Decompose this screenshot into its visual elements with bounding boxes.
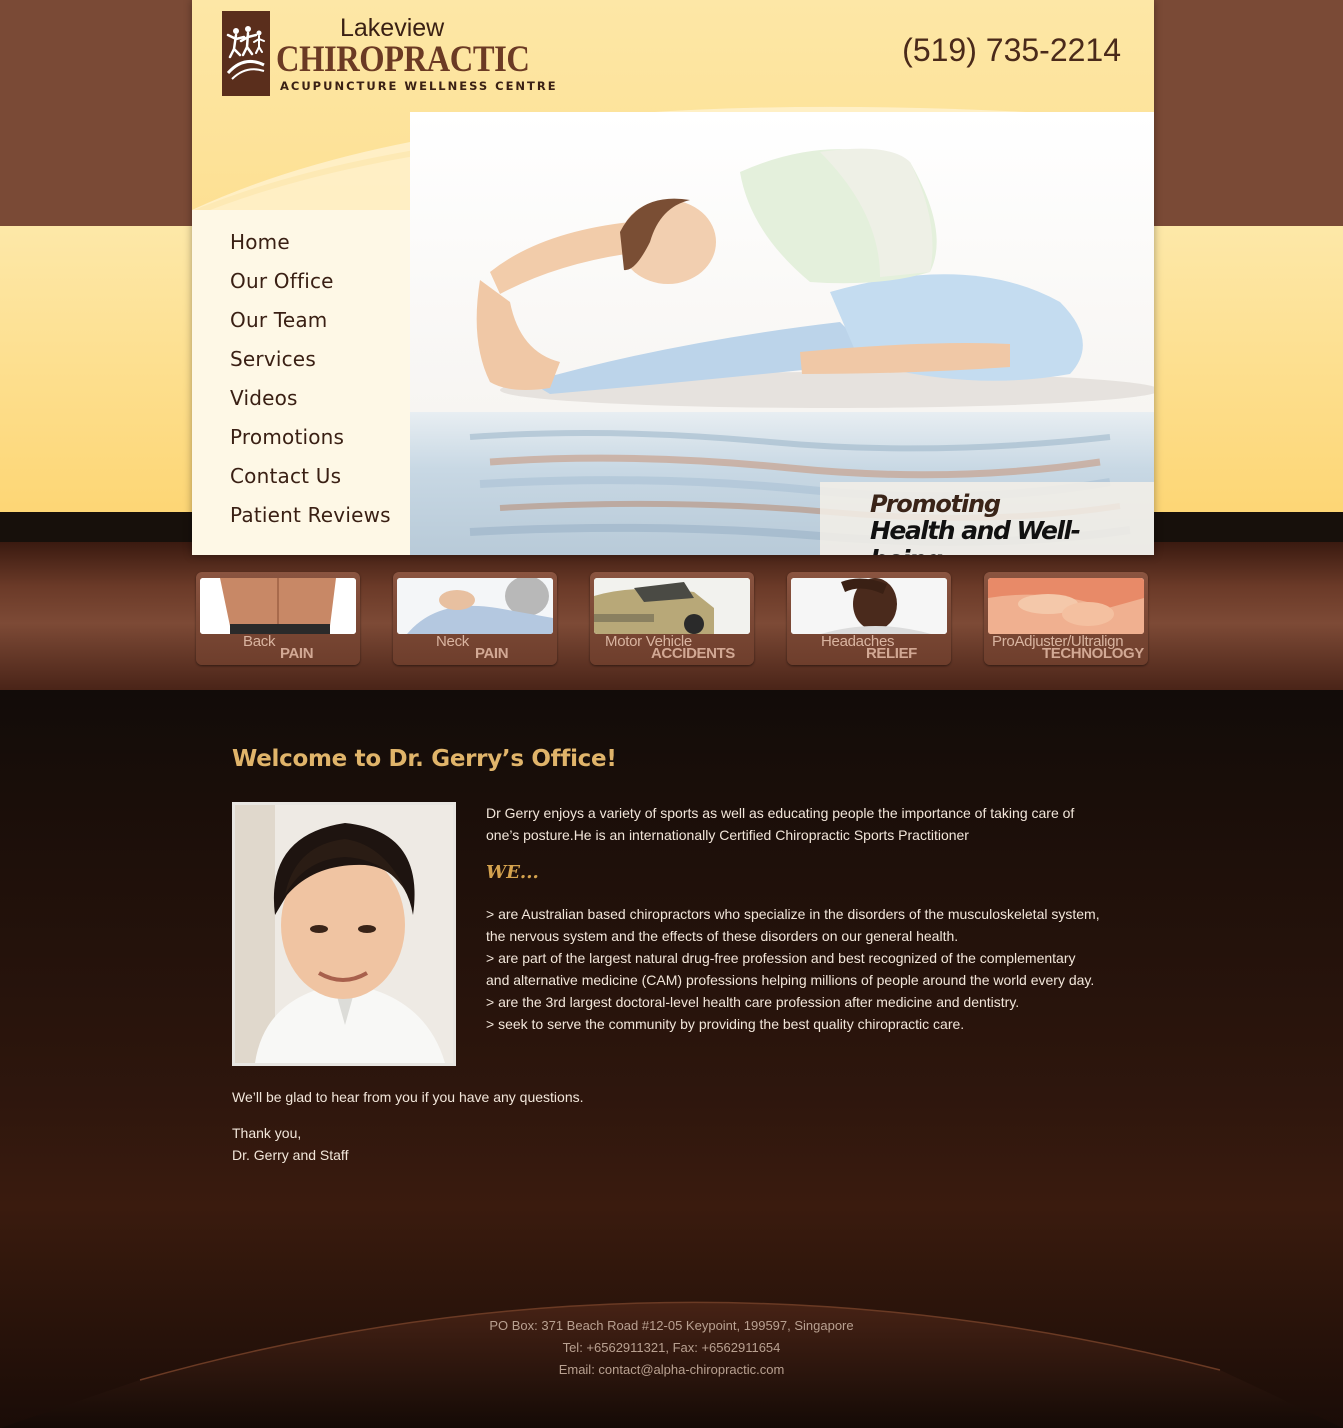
people-figures-icon bbox=[226, 26, 265, 80]
nav-item-promotions[interactable]: Promotions bbox=[230, 425, 344, 449]
back-pain-photo bbox=[200, 578, 356, 634]
nav-item-services[interactable]: Services bbox=[230, 347, 316, 371]
tile-label-line1: Back bbox=[243, 633, 276, 650]
nav-item-videos[interactable]: Videos bbox=[230, 386, 298, 410]
logo-text-chiropractic: CHIROPRACTIC bbox=[276, 39, 530, 80]
list-item: > are part of the largest natural drug-f… bbox=[486, 950, 1076, 966]
service-tile-neck-pain[interactable]: Neck PAIN bbox=[393, 572, 557, 665]
list-item: > are the 3rd largest doctoral-level hea… bbox=[486, 994, 1020, 1010]
list-item: > are Australian based chiropractors who… bbox=[486, 906, 1100, 922]
footer-email-link[interactable]: Email: contact@alpha-chiropractic.com bbox=[0, 1362, 1343, 1377]
service-tile-back-pain[interactable]: Back PAIN bbox=[196, 572, 360, 665]
list-item: the nervous system and the effects of th… bbox=[486, 928, 959, 944]
signature-text: Dr. Gerry and Staff bbox=[232, 1147, 349, 1163]
neck-pain-photo bbox=[397, 578, 553, 634]
hero-tagline-line1: Promoting bbox=[870, 490, 1001, 518]
list-item: and alternative medicine (CAM) professio… bbox=[486, 972, 1095, 988]
thanks-text: Thank you, bbox=[232, 1125, 302, 1141]
tile-label-line2: ACCIDENTS bbox=[651, 645, 735, 662]
service-tile-headaches-relief[interactable]: Headaches RELIEF bbox=[787, 572, 951, 665]
nav-item-contact-us[interactable]: Contact Us bbox=[230, 464, 341, 488]
footer-address: PO Box: 371 Beach Road #12-05 Keypoint, … bbox=[489, 1318, 854, 1333]
we-heading: WE... bbox=[486, 862, 539, 883]
doctor-portrait-photo bbox=[232, 802, 456, 1066]
nav-item-our-office[interactable]: Our Office bbox=[230, 269, 334, 293]
list-item: > seek to serve the community by providi… bbox=[486, 1016, 965, 1032]
nav-item-home[interactable]: Home bbox=[230, 230, 290, 254]
car-accident-photo bbox=[594, 578, 750, 634]
tile-label-line2: RELIEF bbox=[866, 645, 917, 662]
page-title: Welcome to Dr. Gerry’s Office! bbox=[232, 746, 617, 772]
logo-tagline: ACUPUNCTURE WELLNESS CENTRE bbox=[280, 79, 558, 93]
service-tile-proadjuster-technology[interactable]: ProAdjuster/Ultralign TECHNOLOGY bbox=[984, 572, 1148, 665]
closing-paragraph: We’ll be glad to hear from you if you ha… bbox=[232, 1089, 584, 1105]
main-navigation: Home Our Office Our Team Services Videos… bbox=[192, 210, 410, 555]
intro-paragraph: Dr Gerry enjoys a variety of sports as w… bbox=[486, 805, 1075, 843]
nav-item-patient-reviews[interactable]: Patient Reviews bbox=[230, 503, 391, 527]
we-points-list: > are Australian based chiropractors who… bbox=[486, 903, 1100, 1035]
tile-label-line1: Neck bbox=[436, 633, 469, 650]
tile-label-line2: PAIN bbox=[475, 645, 509, 662]
signature-block: Thank you, Dr. Gerry and Staff bbox=[232, 1122, 348, 1166]
service-tile-motor-vehicle-accidents[interactable]: Motor Vehicle ACCIDENTS bbox=[590, 572, 754, 665]
tile-label-line2: PAIN bbox=[280, 645, 314, 662]
header-phone-number: (519) 735-2214 bbox=[902, 32, 1121, 68]
footer-phone-fax: Tel: +6562911321, Fax: +6562911654 bbox=[562, 1340, 781, 1355]
hero-banner: Promoting Health and Well-being... bbox=[410, 112, 1154, 555]
nav-item-our-team[interactable]: Our Team bbox=[230, 308, 327, 332]
adjustment-photo bbox=[988, 578, 1144, 634]
hero-tagline-line2: Health and Well-being... bbox=[870, 516, 1081, 555]
logo-mark bbox=[222, 11, 270, 96]
tile-label-line2: TECHNOLOGY bbox=[1042, 645, 1144, 662]
site-header: Lakeview CHIROPRACTIC ACUPUNCTURE WELLNE… bbox=[192, 0, 1154, 555]
headache-photo bbox=[791, 578, 947, 634]
